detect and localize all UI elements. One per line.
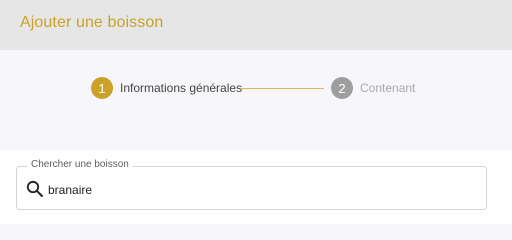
page-header: Ajouter une boisson [0, 0, 512, 50]
step-number-badge: 1 [91, 77, 113, 99]
search-panel: Chercher une boisson branaire [0, 150, 512, 224]
step-number-badge: 2 [331, 77, 353, 99]
stepper: 1 Informations générales 2 Contenant [0, 50, 512, 128]
step-contenant[interactable]: 2 Contenant [331, 77, 415, 99]
search-input-value[interactable]: branaire [48, 183, 92, 197]
search-icon [26, 180, 44, 198]
page-title: Ajouter une boisson [20, 14, 164, 31]
step-label: Informations générales [120, 81, 243, 95]
step-label: Contenant [360, 81, 416, 95]
search-label: Chercher une boisson [27, 159, 133, 170]
step-connector [240, 88, 324, 89]
step-informations-generales[interactable]: 1 Informations générales [91, 77, 242, 99]
